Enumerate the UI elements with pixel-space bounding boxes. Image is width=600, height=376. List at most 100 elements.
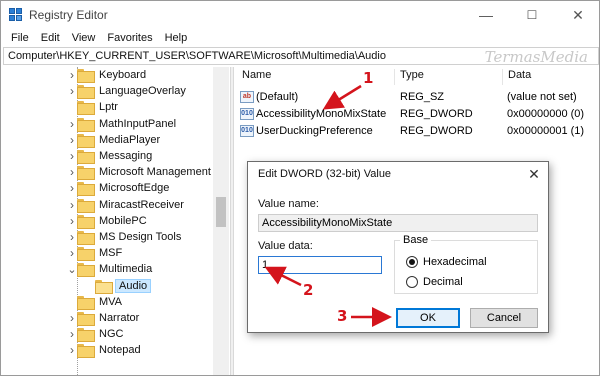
tree-item-label: MathInputPanel bbox=[99, 117, 177, 130]
address-bar[interactable]: Computer\HKEY_CURRENT_USER\SOFTWARE\Micr… bbox=[3, 47, 599, 65]
folder-icon bbox=[77, 344, 95, 359]
folder-icon bbox=[77, 150, 95, 164]
tree-item-label: MiracastReceiver bbox=[99, 198, 184, 211]
key-tree[interactable]: › Keyboard › LanguageOverlay Lptr › MathInputP… bbox=[3, 67, 229, 375]
expand-chevron-icon[interactable]: › bbox=[67, 197, 77, 213]
tree-item-label: Narrator bbox=[99, 312, 140, 324]
column-divider[interactable] bbox=[394, 69, 395, 85]
value-data-input[interactable]: 1 bbox=[258, 256, 382, 274]
tree-item-keyboard[interactable]: › Keyboard bbox=[67, 67, 148, 83]
hexadecimal-radio[interactable] bbox=[406, 256, 418, 268]
registry-editor-window: Registry Editor — ☐ ✕ File Edit View Fav… bbox=[0, 0, 600, 376]
tree-item-label: MSF bbox=[99, 247, 123, 260]
annotation-number-1: 1 bbox=[363, 69, 374, 87]
folder-icon bbox=[77, 101, 95, 116]
menu-favorites[interactable]: Favorites bbox=[101, 32, 158, 44]
ok-button[interactable]: OK bbox=[396, 308, 460, 328]
folder-icon bbox=[77, 263, 95, 278]
expand-chevron-icon[interactable]: › bbox=[67, 229, 77, 245]
folder-icon bbox=[77, 312, 95, 326]
dialog-close-button[interactable]: ✕ bbox=[520, 162, 548, 186]
column-header-name[interactable]: Name bbox=[242, 69, 271, 81]
minimize-button[interactable]: — bbox=[463, 1, 509, 29]
registry-editor-icon bbox=[9, 8, 23, 22]
expand-chevron-icon[interactable]: › bbox=[67, 83, 77, 99]
folder-icon bbox=[77, 133, 95, 148]
folder-icon bbox=[77, 117, 95, 132]
expand-chevron-icon[interactable]: › bbox=[67, 180, 77, 196]
column-header-type[interactable]: Type bbox=[400, 69, 424, 81]
tree-item-notepad[interactable]: › Notepad bbox=[67, 342, 143, 359]
expand-chevron-icon[interactable]: › bbox=[67, 213, 77, 229]
tree-item-label: Keyboard bbox=[99, 69, 147, 81]
title-bar: Registry Editor — ☐ ✕ bbox=[1, 1, 599, 29]
close-button[interactable]: ✕ bbox=[555, 1, 599, 29]
column-divider[interactable] bbox=[502, 69, 503, 85]
folder-icon bbox=[77, 198, 95, 213]
tree-item-label: MS Design Tools bbox=[99, 231, 182, 243]
expand-chevron-icon[interactable]: › bbox=[67, 148, 77, 164]
expand-chevron-icon[interactable]: › bbox=[67, 245, 77, 261]
tree-item-narrator[interactable]: › Narrator bbox=[67, 310, 141, 326]
decimal-label: Decimal bbox=[423, 276, 463, 288]
folder-icon bbox=[77, 214, 95, 229]
folder-icon bbox=[77, 328, 95, 343]
folder-icon bbox=[95, 279, 113, 294]
tree-item-mathinputpanel[interactable]: › MathInputPanel bbox=[67, 116, 178, 132]
cancel-button[interactable]: Cancel bbox=[470, 308, 538, 328]
tree-item-microsoft-management[interactable]: › Microsoft Management bbox=[67, 164, 213, 181]
expand-chevron-icon[interactable]: › bbox=[67, 164, 77, 180]
value-row-default[interactable]: ab (Default) REG_SZ (value not set) bbox=[234, 89, 599, 105]
decimal-option[interactable]: Decimal bbox=[406, 276, 463, 288]
tree-item-label: Lptr bbox=[99, 101, 118, 114]
collapse-chevron-icon[interactable]: ⌄ bbox=[67, 261, 77, 277]
watermark: TermasMedia bbox=[484, 48, 588, 65]
expand-chevron-icon[interactable]: › bbox=[67, 116, 77, 132]
folder-icon bbox=[77, 247, 95, 262]
hexadecimal-option[interactable]: Hexadecimal bbox=[406, 256, 487, 268]
dialog-title: Edit DWORD (32-bit) Value bbox=[258, 168, 392, 180]
dialog-title-bar: Edit DWORD (32-bit) Value ✕ bbox=[248, 162, 548, 186]
value-type: REG_SZ bbox=[400, 91, 445, 103]
value-name: (Default) bbox=[256, 91, 299, 103]
tree-item-languageoverlay[interactable]: › LanguageOverlay bbox=[67, 83, 188, 100]
binary-value-icon: 010 bbox=[240, 108, 254, 120]
expand-chevron-icon[interactable]: › bbox=[67, 310, 77, 326]
tree-item-mva[interactable]: MVA bbox=[67, 294, 124, 310]
value-name: UserDuckingPreference bbox=[256, 125, 373, 137]
expand-chevron-icon[interactable]: › bbox=[67, 132, 77, 148]
tree-item-miracastreceiver[interactable]: › MiracastReceiver bbox=[67, 197, 186, 213]
tree-item-mediaplayer[interactable]: › MediaPlayer bbox=[67, 132, 162, 148]
tree-item-label: LanguageOverlay bbox=[99, 85, 186, 98]
tree-scrollbar[interactable] bbox=[213, 67, 229, 375]
value-row-accessibilitymonomixstate[interactable]: 010 AccessibilityMonoMixState REG_DWORD … bbox=[234, 106, 599, 122]
menu-file[interactable]: File bbox=[5, 32, 35, 44]
tree-item-lptr[interactable]: Lptr bbox=[67, 99, 120, 116]
hexadecimal-label: Hexadecimal bbox=[423, 256, 487, 268]
value-row-userduckingpreference[interactable]: 010 UserDuckingPreference REG_DWORD 0x00… bbox=[234, 123, 599, 139]
expand-chevron-icon[interactable]: › bbox=[67, 326, 77, 342]
tree-item-msf[interactable]: › MSF bbox=[67, 245, 124, 262]
tree-item-messaging[interactable]: › Messaging bbox=[67, 148, 154, 164]
tree-item-mobilepc[interactable]: › MobilePC bbox=[67, 213, 149, 229]
tree-item-multimedia[interactable]: ⌄ Multimedia bbox=[67, 261, 154, 278]
expand-chevron-icon[interactable]: › bbox=[67, 67, 77, 83]
expand-chevron-icon[interactable]: › bbox=[67, 342, 77, 358]
menu-view[interactable]: View bbox=[66, 32, 102, 44]
tree-item-label: Microsoft Management bbox=[99, 166, 211, 179]
decimal-radio[interactable] bbox=[406, 276, 418, 288]
value-name-field: AccessibilityMonoMixState bbox=[258, 214, 538, 232]
tree-item-audio[interactable]: Audio bbox=[85, 278, 152, 294]
maximize-button[interactable]: ☐ bbox=[509, 1, 555, 29]
column-header-data[interactable]: Data bbox=[508, 69, 531, 81]
value-type: REG_DWORD bbox=[400, 108, 473, 120]
tree-item-microsoftedge[interactable]: › MicrosoftEdge bbox=[67, 180, 171, 197]
base-label: Base bbox=[400, 234, 432, 246]
menu-edit[interactable]: Edit bbox=[35, 32, 66, 44]
scrollbar-thumb[interactable] bbox=[216, 197, 226, 227]
annotation-number-3: 3 bbox=[337, 307, 348, 325]
tree-item-ms-design-tools[interactable]: › MS Design Tools bbox=[67, 229, 183, 245]
menu-help[interactable]: Help bbox=[159, 32, 194, 44]
menu-bar: File Edit View Favorites Help bbox=[1, 29, 599, 47]
tree-item-ngc[interactable]: › NGC bbox=[67, 326, 125, 343]
